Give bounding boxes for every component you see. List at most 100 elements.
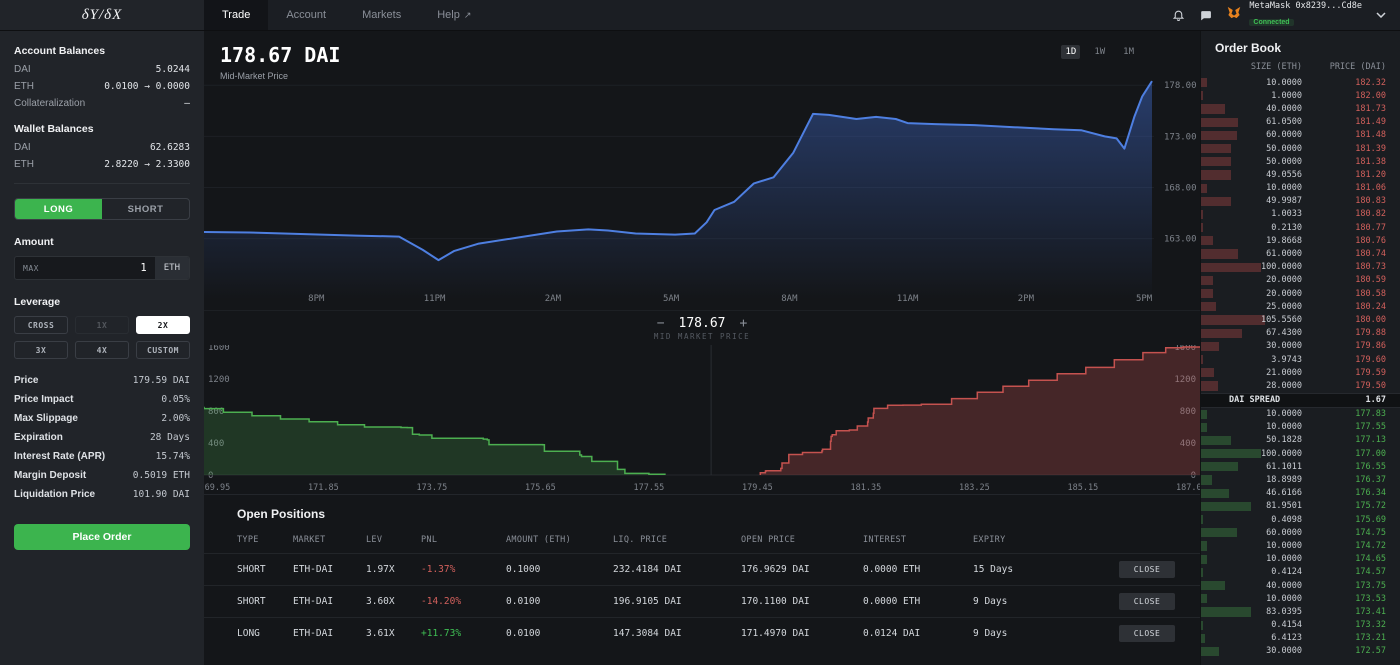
place-order-button[interactable]: Place Order [14, 524, 190, 550]
orderbook-bid-row[interactable]: 0.4154173.32 [1201, 619, 1400, 632]
position-liq-price: 147.3084 DAI [613, 628, 741, 639]
price-decrement-button[interactable]: − [657, 316, 665, 331]
orderbook-rows: 10.0000182.321.0000182.0040.0000181.7361… [1201, 76, 1400, 658]
orderbook-bid-row[interactable]: 46.6166176.34 [1201, 487, 1400, 500]
tab-markets[interactable]: Markets [344, 0, 419, 30]
orderbook-ask-row[interactable]: 3.9743179.60 [1201, 353, 1400, 366]
orderbook-ask-row[interactable]: 25.0000180.24 [1201, 300, 1400, 313]
depth-bar [1201, 210, 1203, 219]
order-size: 10.0000 [1216, 554, 1302, 564]
order-price: 172.57 [1302, 646, 1386, 656]
order-price: 180.76 [1302, 236, 1386, 246]
orderbook-ask-row[interactable]: 28.0000179.50 [1201, 379, 1400, 392]
logo[interactable]: δY/δX [0, 0, 204, 30]
orderbook-ask-row[interactable]: 21.0000179.59 [1201, 366, 1400, 379]
short-button[interactable]: SHORT [102, 199, 189, 219]
depth-bar [1201, 289, 1213, 298]
orderbook-ask-row[interactable]: 20.0000180.59 [1201, 274, 1400, 287]
balance-value: 5.0244 [156, 64, 190, 75]
order-size: 0.4098 [1216, 515, 1302, 525]
depth-axis-label: 183.25 [959, 483, 990, 493]
tab-trade[interactable]: Trade [204, 0, 268, 30]
orderbook-ask-row[interactable]: 67.4300179.88 [1201, 327, 1400, 340]
price-increment-button[interactable]: + [739, 316, 747, 331]
orderbook-bid-row[interactable]: 0.4124174.57 [1201, 566, 1400, 579]
orderbook-ask-row[interactable]: 49.9987180.83 [1201, 195, 1400, 208]
tab-help[interactable]: Help↗ [419, 0, 489, 30]
notifications-bell-icon[interactable] [1172, 8, 1185, 22]
leverage-option-1x[interactable]: 1X [75, 316, 129, 334]
orderbook-ask-row[interactable]: 30.0000179.86 [1201, 340, 1400, 353]
orderbook-ask-row[interactable]: 1.0000182.00 [1201, 89, 1400, 102]
leverage-option-4x[interactable]: 4X [75, 341, 129, 359]
order-size: 10.0000 [1216, 541, 1302, 551]
leverage-label: Leverage [14, 296, 190, 308]
orderbook-bid-row[interactable]: 10.0000174.65 [1201, 553, 1400, 566]
orderbook-bid-row[interactable]: 30.0000172.57 [1201, 645, 1400, 658]
tab-label: Trade [222, 9, 250, 21]
summary-row: Max Slippage2.00% [14, 413, 190, 424]
orderbook-bid-row[interactable]: 100.0000177.00 [1201, 447, 1400, 460]
depth-chart[interactable]: 160016001200120080080040040000 [204, 345, 1200, 483]
close-position-button[interactable]: CLOSE [1119, 561, 1175, 578]
orderbook-bid-row[interactable]: 50.1828177.13 [1201, 434, 1400, 447]
orderbook-bid-row[interactable]: 18.8989176.37 [1201, 473, 1400, 486]
orderbook-bid-row[interactable]: 10.0000173.53 [1201, 592, 1400, 605]
order-size: 46.6166 [1216, 488, 1302, 498]
close-position-button[interactable]: CLOSE [1119, 593, 1175, 610]
orderbook-ask-row[interactable]: 50.0000181.38 [1201, 155, 1400, 168]
amount-input[interactable] [47, 262, 155, 274]
chat-icon[interactable] [1199, 9, 1212, 22]
orderbook-ask-row[interactable]: 60.0000181.48 [1201, 129, 1400, 142]
leverage-option-custom[interactable]: CUSTOM [136, 341, 190, 359]
orderbook-ask-row[interactable]: 105.5560180.00 [1201, 313, 1400, 326]
orderbook-bid-row[interactable]: 83.0395173.41 [1201, 605, 1400, 618]
leverage-option-3x[interactable]: 3X [14, 341, 68, 359]
amount-input-box: MAX ETH [14, 256, 190, 280]
orderbook-ask-row[interactable]: 10.0000182.32 [1201, 76, 1400, 89]
orderbook-bid-row[interactable]: 40.0000173.75 [1201, 579, 1400, 592]
wallet-connection[interactable]: MetaMask 0x8239...Cd8e Connected [1226, 1, 1362, 29]
depth-bar [1201, 91, 1203, 100]
orderbook-ask-row[interactable]: 100.0000180.73 [1201, 261, 1400, 274]
orderbook-bid-row[interactable]: 10.0000174.72 [1201, 539, 1400, 552]
depth-bar [1201, 568, 1203, 577]
order-size: 19.8668 [1216, 236, 1302, 246]
orderbook-bid-row[interactable]: 60.0000174.75 [1201, 526, 1400, 539]
summary-label: Interest Rate (APR) [14, 451, 105, 462]
order-size: 60.0000 [1216, 528, 1302, 538]
wallet-address: MetaMask 0x8239...Cd8e [1249, 1, 1362, 11]
orderbook-bid-row[interactable]: 6.4123173.21 [1201, 632, 1400, 645]
orderbook-ask-row[interactable]: 19.8668180.76 [1201, 234, 1400, 247]
leverage-option-cross[interactable]: CROSS [14, 316, 68, 334]
orderbook-bid-row[interactable]: 61.1011176.55 [1201, 460, 1400, 473]
timeframe-1m[interactable]: 1M [1119, 45, 1138, 59]
orderbook-ask-row[interactable]: 0.2130180.77 [1201, 221, 1400, 234]
orderbook-ask-row[interactable]: 10.0000181.06 [1201, 182, 1400, 195]
orderbook-ask-row[interactable]: 50.0000181.39 [1201, 142, 1400, 155]
orderbook-bid-row[interactable]: 10.0000177.55 [1201, 421, 1400, 434]
chevron-down-icon[interactable] [1376, 12, 1386, 18]
timeframe-1d[interactable]: 1D [1061, 45, 1080, 59]
orderbook-ask-row[interactable]: 20.0000180.58 [1201, 287, 1400, 300]
order-price: 180.58 [1302, 289, 1386, 299]
order-size: 61.0000 [1216, 249, 1302, 259]
orderbook-bid-row[interactable]: 81.9501175.72 [1201, 500, 1400, 513]
orderbook-ask-row[interactable]: 49.0556181.20 [1201, 168, 1400, 181]
leverage-option-2x[interactable]: 2X [136, 316, 190, 334]
orderbook-ask-row[interactable]: 61.0000180.74 [1201, 247, 1400, 260]
tab-label: Account [286, 9, 326, 21]
timeframe-1w[interactable]: 1W [1090, 45, 1109, 59]
orderbook-bid-row[interactable]: 0.4098175.69 [1201, 513, 1400, 526]
position-expiry: 9 Days [973, 628, 1111, 639]
orderbook-ask-row[interactable]: 61.0500181.49 [1201, 116, 1400, 129]
long-button[interactable]: LONG [15, 199, 102, 219]
orderbook-ask-row[interactable]: 1.0033180.82 [1201, 208, 1400, 221]
orderbook-ask-row[interactable]: 40.0000181.73 [1201, 102, 1400, 115]
positions-column-header: AMOUNT (ETH) [506, 535, 613, 545]
max-button[interactable]: MAX [15, 264, 47, 273]
price-chart[interactable]: 178.00173.00168.00163.00 [204, 31, 1200, 299]
tab-account[interactable]: Account [268, 0, 344, 30]
orderbook-bid-row[interactable]: 10.0000177.83 [1201, 408, 1400, 421]
close-position-button[interactable]: CLOSE [1119, 625, 1175, 642]
